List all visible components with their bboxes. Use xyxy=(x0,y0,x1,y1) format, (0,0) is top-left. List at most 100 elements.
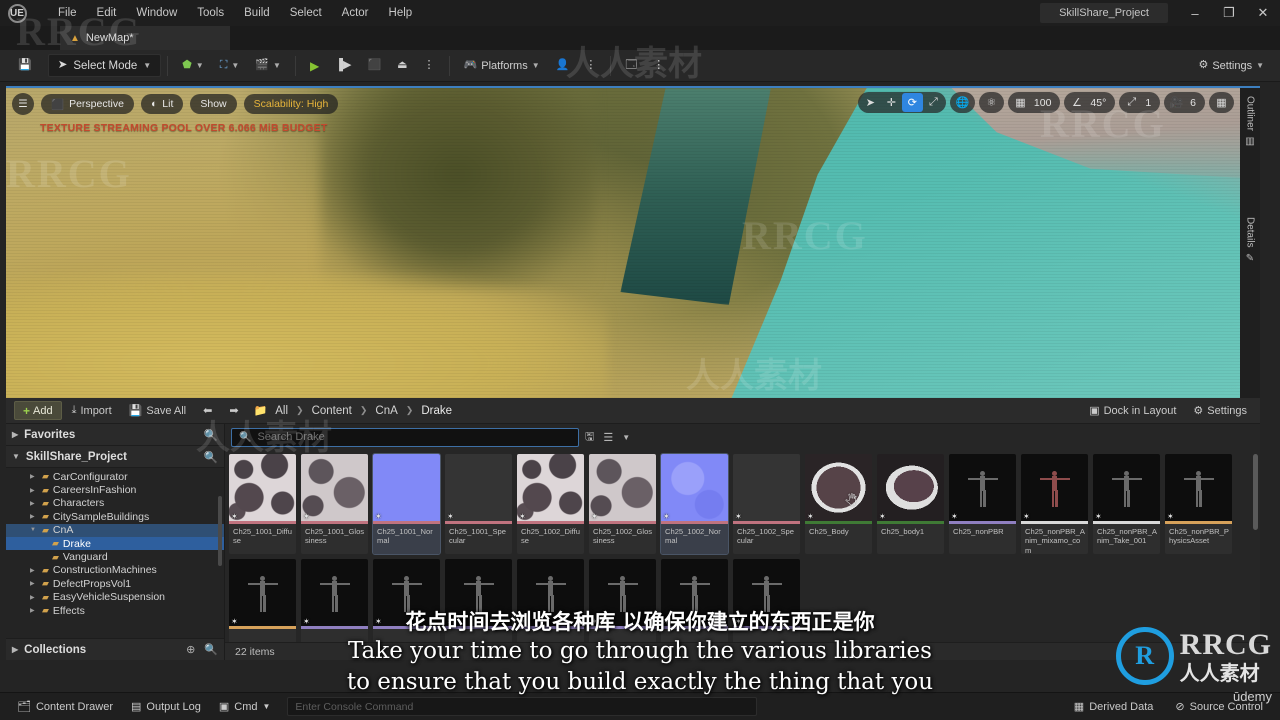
tree-scrollbar[interactable] xyxy=(218,496,222,566)
asset-grid[interactable]: ✶ Ch25_1001_Diffuse ✶ Ch25_1001_Glossiness ✶… xyxy=(225,450,1260,642)
move-tool-icon[interactable]: ✛ xyxy=(881,93,902,112)
tree-item-carconfigurator[interactable]: ▶ ▰ CarConfigurator xyxy=(6,470,224,483)
favorite-star-icon[interactable]: ✶ xyxy=(231,617,238,626)
favorite-star-icon[interactable]: ✶ xyxy=(519,512,526,521)
eject-button[interactable]: ⏏ xyxy=(391,54,413,78)
asset-tile[interactable]: ✶ 🖑 Ch25_Body xyxy=(805,454,872,554)
viewport-show-dropdown[interactable]: Show xyxy=(190,94,237,114)
maximize-button[interactable]: ❐ xyxy=(1212,0,1246,26)
tree-item-effects[interactable]: ▶ ▰ Effects xyxy=(6,604,224,617)
asset-tile[interactable]: ✶ xyxy=(445,559,512,642)
tree-item-vanguard[interactable]: ▰ Vanguard xyxy=(6,550,224,563)
user-options-button[interactable]: ⋮ xyxy=(579,54,602,78)
favorite-star-icon[interactable]: ✶ xyxy=(591,512,598,521)
viewport-scalability-dropdown[interactable]: Scalability: High xyxy=(243,94,339,114)
asset-tile[interactable]: ✶ Ch25_1002_Diffuse xyxy=(517,454,584,554)
asset-tile[interactable]: ✶ Ch25_nonPBR_Anim_mixamo_com xyxy=(1021,454,1088,555)
favorite-star-icon[interactable]: ✶ xyxy=(663,617,670,626)
asset-tile[interactable]: ✶ xyxy=(589,559,656,642)
favorite-star-icon[interactable]: ✶ xyxy=(735,617,742,626)
asset-tile[interactable]: ✶ Ch25_nonPBR xyxy=(949,454,1016,554)
collections-header[interactable]: ▶ Collections ⊕ 🔍 xyxy=(6,638,224,660)
favorite-star-icon[interactable]: ✶ xyxy=(303,512,310,521)
asset-tile[interactable]: ✶ xyxy=(517,559,584,642)
cinematics-button[interactable]: 🎬 ▼ xyxy=(249,54,287,78)
asset-tile[interactable]: ✶ Ch25_nonPBR_PhysicsAsset xyxy=(1165,454,1232,554)
tree-item-characters[interactable]: ▶ ▰ Characters xyxy=(6,497,224,510)
menu-item-select[interactable]: Select xyxy=(280,3,332,23)
grid-snap-icon[interactable]: ▦ xyxy=(1010,93,1031,112)
cmd-button[interactable]: ▣ Cmd ▼ xyxy=(210,696,280,718)
favorite-star-icon[interactable]: ✶ xyxy=(231,512,238,521)
tree-item-careersinfashion[interactable]: ▶ ▰ CareersInFashion xyxy=(6,483,224,496)
filter-icon[interactable]: ☰ xyxy=(603,431,613,444)
asset-tile[interactable]: ✶ Ch25_1001_Glossiness xyxy=(301,454,368,554)
favorite-star-icon[interactable]: ✶ xyxy=(519,617,526,626)
tab-outliner[interactable]: Outliner ▥ xyxy=(1245,88,1256,155)
asset-tile[interactable]: ✶ xyxy=(301,559,368,642)
asset-tile[interactable]: ✶ Ch25_1001_Diffuse xyxy=(229,454,296,554)
project-search-icon[interactable]: 🔍 xyxy=(204,450,218,464)
chevron-down-icon[interactable]: ▼ xyxy=(622,433,630,442)
project-options-button[interactable]: ⋮ xyxy=(647,54,670,78)
scale-snap-icon[interactable]: ⤢ xyxy=(1121,93,1142,112)
favorite-star-icon[interactable]: ✶ xyxy=(1023,512,1030,521)
angle-snap-icon[interactable]: ∠ xyxy=(1066,93,1087,112)
menu-item-help[interactable]: Help xyxy=(379,3,423,23)
scale-tool-icon[interactable]: ⤢ xyxy=(923,93,944,112)
breadcrumb-content[interactable]: Content xyxy=(309,403,355,419)
menu-item-actor[interactable]: Actor xyxy=(332,3,379,23)
tab-details[interactable]: Details ✎ xyxy=(1245,209,1256,272)
viewport-perspective-dropdown[interactable]: ⬛ Perspective xyxy=(41,94,134,114)
asset-grid-scrollbar[interactable] xyxy=(1253,454,1258,530)
nav-back-button[interactable]: ⬅ xyxy=(196,400,219,422)
surface-snap-icon[interactable]: ⚛ xyxy=(981,93,1002,112)
platforms-dropdown[interactable]: 🎮 Platforms ▼ xyxy=(458,54,546,78)
add-content-button[interactable]: + Add xyxy=(14,401,62,420)
angle-snap-value[interactable]: 45° xyxy=(1087,97,1113,109)
viewport-lit-dropdown[interactable]: ◐ Lit xyxy=(140,94,184,114)
asset-tile[interactable]: ✶ Ch25_1001_Normal xyxy=(372,453,441,555)
play-button[interactable]: ▶ xyxy=(304,54,325,78)
add-actor-button[interactable]: ⬟ ▼ xyxy=(176,54,209,78)
stop-button[interactable]: ⬛ xyxy=(361,54,387,78)
menu-item-build[interactable]: Build xyxy=(234,3,280,23)
menu-item-tools[interactable]: Tools xyxy=(187,3,234,23)
viewport-menu-button[interactable]: ☰ xyxy=(12,93,34,115)
menu-item-file[interactable]: File xyxy=(48,3,87,23)
add-collection-icon[interactable]: ⊕ xyxy=(186,643,195,656)
asset-tile[interactable]: ✶ Ch25_1002_Glossiness xyxy=(589,454,656,554)
minimize-button[interactable]: – xyxy=(1178,0,1212,26)
breadcrumb-all[interactable]: All xyxy=(272,403,291,419)
select-mode-dropdown[interactable]: ➤ Select Mode ▼ xyxy=(47,54,162,77)
asset-tile[interactable]: ✶ xyxy=(373,559,440,642)
asset-tile[interactable]: ✶ xyxy=(733,559,800,642)
breadcrumb-drake[interactable]: Drake xyxy=(418,403,455,419)
world-coordinate-icon[interactable]: 🌐 xyxy=(952,93,973,112)
save-search-icon[interactable]: 🖫 xyxy=(585,428,594,447)
scale-snap-value[interactable]: 1 xyxy=(1142,97,1158,109)
favorite-star-icon[interactable]: ✶ xyxy=(1095,512,1102,521)
asset-tile[interactable]: ✶ xyxy=(229,559,296,642)
menu-item-edit[interactable]: Edit xyxy=(87,3,127,23)
favorite-star-icon[interactable]: ✶ xyxy=(735,512,742,521)
favorite-star-icon[interactable]: ✶ xyxy=(591,617,598,626)
favorite-star-icon[interactable]: ✶ xyxy=(375,512,382,521)
output-log-button[interactable]: ▤ Output Log xyxy=(122,696,210,718)
rotate-tool-icon[interactable]: ⟳ xyxy=(901,93,923,112)
camera-speed-icon[interactable]: 🎥 xyxy=(1166,93,1187,112)
menu-item-window[interactable]: Window xyxy=(126,3,187,23)
asset-tile[interactable]: ✶ xyxy=(661,559,728,642)
asset-tile[interactable]: ✶ Ch25_body1 xyxy=(877,454,944,554)
play-options-button[interactable]: ⋮ xyxy=(418,54,441,78)
favorite-star-icon[interactable]: ✶ xyxy=(303,617,310,626)
favorite-star-icon[interactable]: ✶ xyxy=(375,617,382,626)
project-header[interactable]: ▼ SkillShare_Project 🔍 xyxy=(6,446,224,468)
favorites-search-icon[interactable]: 🔍 xyxy=(204,428,218,442)
favorites-header[interactable]: ▶ Favorites 🔍 xyxy=(6,424,224,446)
skip-button[interactable]: ▐▶ xyxy=(329,54,357,78)
content-browser-settings-button[interactable]: ⚙ Settings xyxy=(1186,400,1254,422)
tree-item-easyvehiclesuspension[interactable]: ▶ ▰ EasyVehicleSuspension xyxy=(6,591,224,604)
level-viewport[interactable]: ☰ ⬛ Perspective ◐ Lit Show Scalability: … xyxy=(6,86,1260,398)
asset-tile[interactable]: ✶ Ch25_1002_Normal xyxy=(660,453,729,555)
